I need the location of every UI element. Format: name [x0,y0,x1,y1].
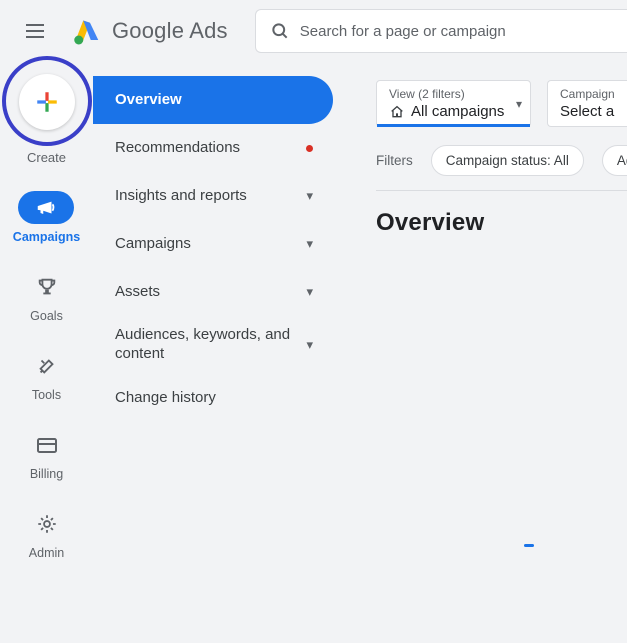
campaign-value: Select a [560,103,614,120]
product-logo-block[interactable]: Google Ads [72,17,228,45]
notification-dot-icon [306,145,313,152]
filter-chip-campaign-status[interactable]: Campaign status: All [431,145,584,176]
rail-item-campaigns[interactable]: Campaigns [13,191,80,244]
view-value: All campaigns [411,103,504,120]
nav-recommendations[interactable]: Recommendations [93,124,333,172]
filters-label: Filters [376,153,413,168]
campaign-selector-card[interactable]: Campaign Select a [547,80,627,127]
megaphone-icon [35,197,57,219]
rail-label: Admin [29,546,64,560]
google-ads-logo-icon [72,17,102,45]
nav-label: Assets [115,283,306,302]
loading-indicator [524,544,534,547]
create-button[interactable] [19,74,75,130]
rail-item-admin[interactable]: Admin [19,507,75,560]
nav-label: Change history [115,389,313,408]
rail-item-tools[interactable]: Tools [19,349,75,402]
nav-campaigns[interactable]: Campaigns ▾ [93,220,333,268]
nav-label: Insights and reports [115,187,306,206]
rail-label: Billing [30,467,63,481]
rail-label: Goals [30,309,63,323]
nav-label: Audiences, keywords, and content [115,326,306,364]
search-input[interactable] [300,23,613,40]
chevron-down-icon: ▾ [306,236,313,252]
gear-icon [36,513,58,535]
rail-label: Tools [32,388,61,402]
view-selector-card[interactable]: View (2 filters) All campaigns ▾ [376,80,531,127]
chevron-down-icon: ▾ [516,97,522,111]
home-icon [389,104,405,120]
divider [376,190,627,191]
global-search[interactable] [255,9,627,53]
rail-item-billing[interactable]: Billing [19,428,75,481]
search-icon [270,21,290,41]
nav-insights-reports[interactable]: Insights and reports ▾ [93,172,333,220]
nav-change-history[interactable]: Change history [93,374,333,422]
nav-assets[interactable]: Assets ▾ [93,268,333,316]
create-label: Create [27,150,66,165]
menu-icon[interactable] [26,19,50,43]
rail-label: Campaigns [13,230,80,244]
nav-label: Overview [115,91,313,110]
nav-label: Recommendations [115,139,306,158]
chevron-down-icon: ▾ [306,188,313,204]
chevron-down-icon: ▾ [306,284,313,300]
nav-label: Campaigns [115,235,306,254]
chevron-down-icon: ▾ [306,337,313,353]
active-underline [377,124,530,127]
page-title: Overview [376,209,627,237]
plus-icon [34,89,60,115]
trophy-icon [36,276,58,298]
credit-card-icon [35,433,59,457]
view-small-label: View (2 filters) [389,87,520,101]
campaign-small-label: Campaign [560,87,627,101]
filter-chip-ad-group[interactable]: Ad g [602,145,627,176]
tools-icon [36,355,58,377]
nav-overview[interactable]: Overview [93,76,333,124]
nav-audiences-keywords-content[interactable]: Audiences, keywords, and content ▾ [93,316,333,374]
product-name: Google Ads [112,18,228,44]
rail-item-goals[interactable]: Goals [19,270,75,323]
